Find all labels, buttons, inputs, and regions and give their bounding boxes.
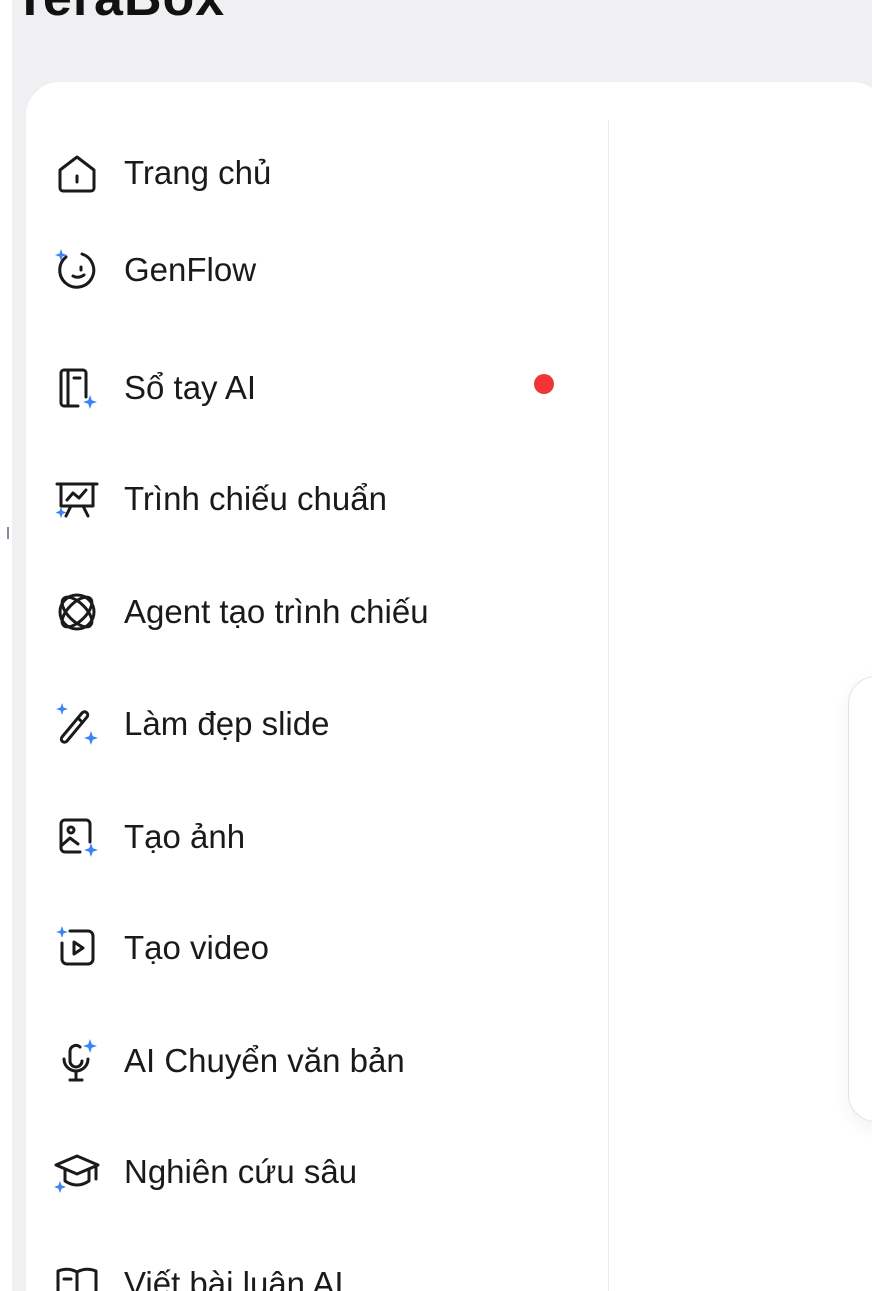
- notebook-icon: [52, 363, 102, 413]
- sidebar-item-label: Viết bài luận AI: [124, 1265, 344, 1291]
- image-icon: [52, 812, 102, 862]
- sidebar-item-ai-essay[interactable]: Viết bài luận AI: [52, 1256, 552, 1291]
- sidebar-item-label: AI Chuyển văn bản: [124, 1042, 405, 1079]
- sidebar-item-label: Làm đẹp slide: [124, 705, 330, 742]
- sidebar-item-label: Agent tạo trình chiếu: [124, 593, 429, 630]
- graduation-cap-icon: [52, 1147, 102, 1197]
- genflow-icon: [52, 245, 102, 295]
- sidebar-item-label: Sổ tay AI: [124, 369, 257, 406]
- app-page: TeraBox Trang chủ GenFlow: [0, 0, 872, 1291]
- sidebar-item-label: Tạo ảnh: [124, 818, 246, 855]
- video-icon: [52, 923, 102, 973]
- sidebar-item-presentation-agent[interactable]: Agent tạo trình chiếu: [52, 584, 552, 640]
- notification-dot: [534, 374, 554, 394]
- presentation-icon: [52, 474, 102, 524]
- sidebar-item-label: Trang chủ: [124, 154, 272, 191]
- sidebar-item-label: Nghiên cứu sâu: [124, 1153, 358, 1190]
- sidebar-item-label: Trình chiếu chuẩn: [124, 480, 387, 517]
- sidebar-item-standard-presentation[interactable]: Trình chiếu chuẩn: [52, 471, 552, 527]
- microphone-icon: [52, 1036, 102, 1086]
- sidebar-item-home[interactable]: Trang chủ: [52, 145, 552, 201]
- left-edge-strip: [0, 0, 12, 1291]
- content-card: [848, 676, 872, 1122]
- sidebar-item-create-image[interactable]: Tạo ảnh: [52, 809, 552, 865]
- agent-atom-icon: [52, 587, 102, 637]
- home-icon: [52, 148, 102, 198]
- sidebar-item-label: GenFlow: [124, 251, 257, 288]
- brand-logo-text[interactable]: TeraBox: [14, 0, 225, 28]
- magic-wand-icon: [52, 699, 102, 749]
- sidebar-item-ai-transcribe[interactable]: AI Chuyển văn bản: [52, 1033, 552, 1089]
- edge-handle[interactable]: [7, 527, 9, 539]
- sidebar-item-ai-notebook[interactable]: Sổ tay AI: [52, 360, 552, 416]
- sidebar-item-deep-research[interactable]: Nghiên cứu sâu: [52, 1144, 552, 1200]
- sidebar-item-create-video[interactable]: Tạo video: [52, 920, 552, 976]
- essay-book-icon: [52, 1259, 102, 1291]
- sidebar-item-genflow[interactable]: GenFlow: [52, 242, 552, 298]
- sidebar-item-beautify-slide[interactable]: Làm đẹp slide: [52, 696, 552, 752]
- sidebar-item-label: Tạo video: [124, 929, 269, 966]
